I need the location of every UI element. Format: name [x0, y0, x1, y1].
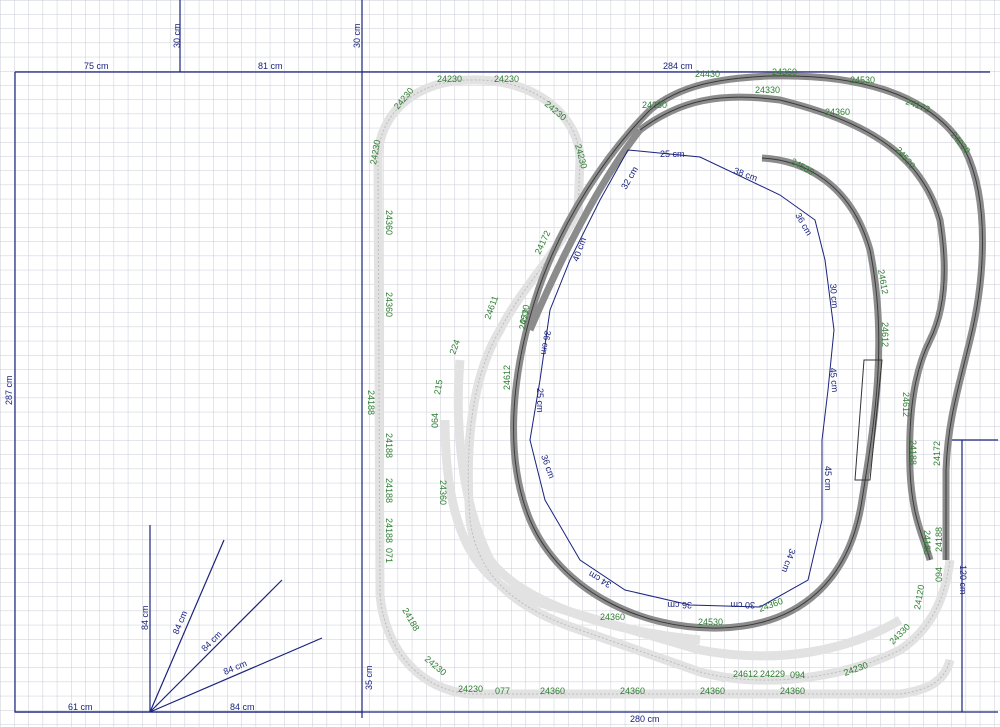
inner-dim: 36 cm [667, 600, 692, 610]
dim-top-right: 284 cm [663, 61, 693, 71]
track-label: 24612 [901, 392, 911, 417]
dim-left-height: 287 cm [4, 375, 14, 405]
track-label: 24360 [540, 686, 565, 696]
track-label: 24188 [934, 527, 944, 552]
track-label: 094 [790, 670, 805, 680]
track-label: 24230 [494, 74, 519, 84]
track-label: 24612 [502, 365, 512, 390]
dim-right-step: 120 cm [958, 565, 968, 595]
track-label: 077 [495, 686, 510, 696]
track-label: 24230 [437, 74, 462, 84]
track-label: 24360 [620, 686, 645, 696]
track-label: 24612 [733, 669, 758, 679]
inner-dim: 45 cm [823, 466, 833, 491]
track-label: 24430 [695, 69, 720, 79]
track-label: 24360 [772, 67, 797, 77]
dim-top-left: 75 cm [84, 61, 109, 71]
inner-dim: 30 cm [730, 600, 755, 610]
track-label: 24188 [384, 478, 394, 503]
inner-dim: 30 cm [828, 283, 840, 308]
dim-top-mid: 81 cm [258, 61, 283, 71]
track-label: 24530 [698, 617, 723, 627]
track-label: 24360 [825, 107, 850, 117]
track-label: 24172 [932, 441, 942, 466]
track-label: 24330 [755, 85, 780, 95]
track-label: 24188 [384, 518, 394, 543]
dim-corner-vertical: 84 cm [140, 605, 150, 630]
track-label: 24360 [384, 292, 394, 317]
track-label: 24230 [642, 100, 667, 110]
inner-dim: 25 cm [535, 388, 545, 413]
track-label: 24360 [384, 210, 394, 235]
track-label: 071 [384, 548, 394, 563]
track-label: 24530 [850, 75, 875, 85]
track-label: 24230 [458, 684, 483, 694]
dim-bottom-mid: 84 cm [230, 702, 255, 712]
track-label: 24612 [880, 322, 890, 347]
track-label: 24188 [908, 440, 918, 465]
track-label: 24188 [366, 390, 376, 415]
track-label: 24360 [600, 612, 625, 622]
inner-dim: 25 cm [660, 149, 685, 159]
track-label: 24188 [384, 433, 394, 458]
layout-plan-canvas[interactable]: 75 cm 81 cm 284 cm 287 cm 30 cm 30 cm 61… [0, 0, 1000, 727]
track-label: 24229 [760, 669, 785, 679]
dim-bottom-left-height: 35 cm [364, 665, 374, 690]
dim-bottom-right: 280 cm [630, 714, 660, 724]
track-label: 24360 [438, 480, 448, 505]
inner-dim: 45 cm [828, 367, 840, 392]
dim-bottom-left: 61 cm [68, 702, 93, 712]
track-label: 094 [934, 567, 944, 582]
track-label: 064 [430, 413, 440, 428]
track-label: 24360 [700, 686, 725, 696]
track-label: 24360 [780, 686, 805, 696]
dim-notch-1: 30 cm [172, 23, 182, 48]
dim-notch-2: 30 cm [352, 23, 362, 48]
track-label: 24188 [922, 530, 932, 555]
